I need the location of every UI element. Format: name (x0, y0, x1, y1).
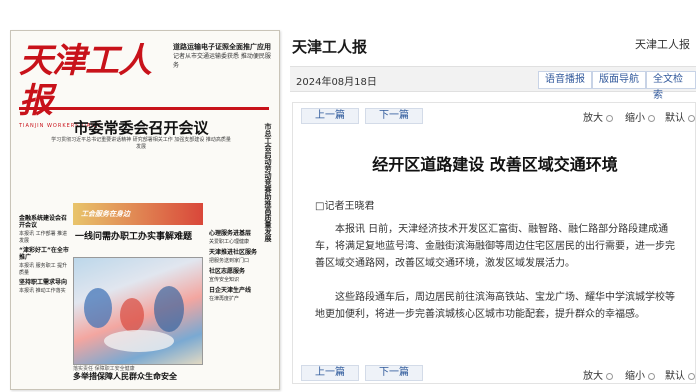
side-story-headline: 道路运输电子证照全面推广应用 (173, 43, 271, 51)
right-story-title[interactable]: 心理服务进基层 (209, 230, 271, 237)
zoom-out-control-bottom[interactable]: 缩小 (625, 367, 655, 382)
right-story-title[interactable]: 天津推进社区服务 (209, 249, 271, 256)
article-byline: □记者王晓君 (315, 201, 375, 212)
radio-icon (688, 114, 695, 122)
right-column-stories: 心理服务进基层 关爱职工心理健康 天津推进社区服务 把服务送到家门口 社区志愿服… (209, 227, 271, 303)
zoom-out-control[interactable]: 缩小 (625, 109, 655, 124)
reader-toolbar: 2024年08月18日 语音播报 版面导航 全文检索 (290, 66, 696, 101)
zoom-in-control-bottom[interactable]: 放大 (583, 367, 613, 382)
article-paragraph: 这些路段通车后，周边居民前往滨海高铁站、宝龙广场、耀华中学滨城学校等地更加便利，… (315, 292, 675, 320)
radio-icon (648, 114, 655, 122)
zoom-default-control[interactable]: 默认 (665, 109, 695, 124)
side-story-text: 记者从市交通运输委获悉 推动便民服务 (173, 53, 271, 69)
left-story-text: 本报讯 推动工作落实 (19, 288, 66, 294)
vertical-column-story[interactable]: 市总工会启动劳动竞赛助推高质量发展 (257, 123, 273, 242)
site-title-right: 天津工人报 (635, 38, 690, 51)
left-story-title[interactable]: “津彩好工”在全市推广 (19, 247, 71, 261)
front-page-lead: 学习贯彻习近平总书记重要讲话精神 研究部署相关工作 加强支部建设 推动高质量发展 (51, 137, 231, 150)
article-title: 经开区道路建设 改善区域交通环境 (372, 155, 618, 174)
left-story-text: 本报讯 服务职工 提升质量 (19, 263, 68, 276)
right-story-title[interactable]: 日企天津生产线 (209, 287, 271, 294)
radio-icon (606, 114, 613, 122)
full-text-search-button[interactable]: 全文检索 (646, 71, 696, 101)
zoom-in-control[interactable]: 放大 (583, 109, 613, 124)
front-page-headline[interactable]: 市委常委会召开会议 (51, 117, 231, 138)
audio-broadcast-button[interactable]: 语音播报 (538, 71, 592, 89)
zoom-default-control-bottom[interactable]: 默认 (665, 367, 695, 382)
left-column-stories: 金融系统建设会召开会议 本报讯 工作部署 推进发展 “津彩好工”在全市推广 本报… (19, 213, 71, 295)
feature-banner: 工会服务在身边 (73, 203, 203, 225)
newspaper-masthead: 天津工人报 TIANJIN WORKERS DAILY (19, 41, 169, 129)
left-story-text: 本报讯 工作部署 推进发展 (19, 231, 68, 244)
zoom-out-label: 缩小 (625, 113, 645, 124)
zoom-default-label: 默认 (665, 113, 685, 124)
right-story-text: 宣传安全知识 (209, 277, 240, 283)
right-story-title[interactable]: 社区志愿服务 (209, 268, 271, 275)
bottom-story-headline[interactable]: 多举措保障人民群众生命安全 (73, 371, 203, 382)
feature-title[interactable]: 一线问需办职工办实事解难题 (75, 229, 205, 242)
masthead-divider (19, 107, 269, 110)
issue-date: 2024年08月18日 (296, 77, 377, 88)
masthead-side-story[interactable]: 道路运输电子证照全面推广应用 记者从市交通运输委获悉 推动便民服务 (173, 43, 273, 70)
site-title: 天津工人报 (292, 38, 368, 56)
layout-nav-button[interactable]: 版面导航 (592, 71, 646, 89)
left-story-title[interactable]: 坚持职工需求导向 (19, 279, 71, 286)
left-story-title[interactable]: 金融系统建设会召开会议 (19, 215, 71, 229)
article-paragraph: 本报讯 日前，天津经济技术开发区汇富街、融智路、融仁路部分路段建成通车，将满足复… (315, 224, 675, 269)
radio-icon (688, 372, 695, 380)
zoom-in-label: 放大 (583, 371, 603, 382)
right-story-text: 在津再度扩产 (209, 296, 240, 302)
prev-article-button[interactable]: 上一篇 (301, 108, 359, 124)
zoom-in-label: 放大 (583, 113, 603, 124)
article-panel: 上一篇 下一篇 放大 缩小 默认 经开区道路建设 改善区域交通环境 □记者王晓君… (292, 102, 696, 384)
right-story-text: 把服务送到家门口 (209, 258, 250, 264)
feature-photo (73, 257, 203, 365)
next-article-button[interactable]: 下一篇 (365, 108, 423, 124)
next-article-button-bottom[interactable]: 下一篇 (365, 365, 423, 381)
newspaper-page-image[interactable]: 天津工人报 TIANJIN WORKERS DAILY 道路运输电子证照全面推广… (10, 30, 280, 390)
zoom-default-label: 默认 (665, 371, 685, 382)
radio-icon (606, 372, 613, 380)
radio-icon (648, 372, 655, 380)
right-story-text: 关爱职工心理健康 (209, 239, 250, 245)
prev-article-button-bottom[interactable]: 上一篇 (301, 365, 359, 381)
zoom-out-label: 缩小 (625, 371, 645, 382)
